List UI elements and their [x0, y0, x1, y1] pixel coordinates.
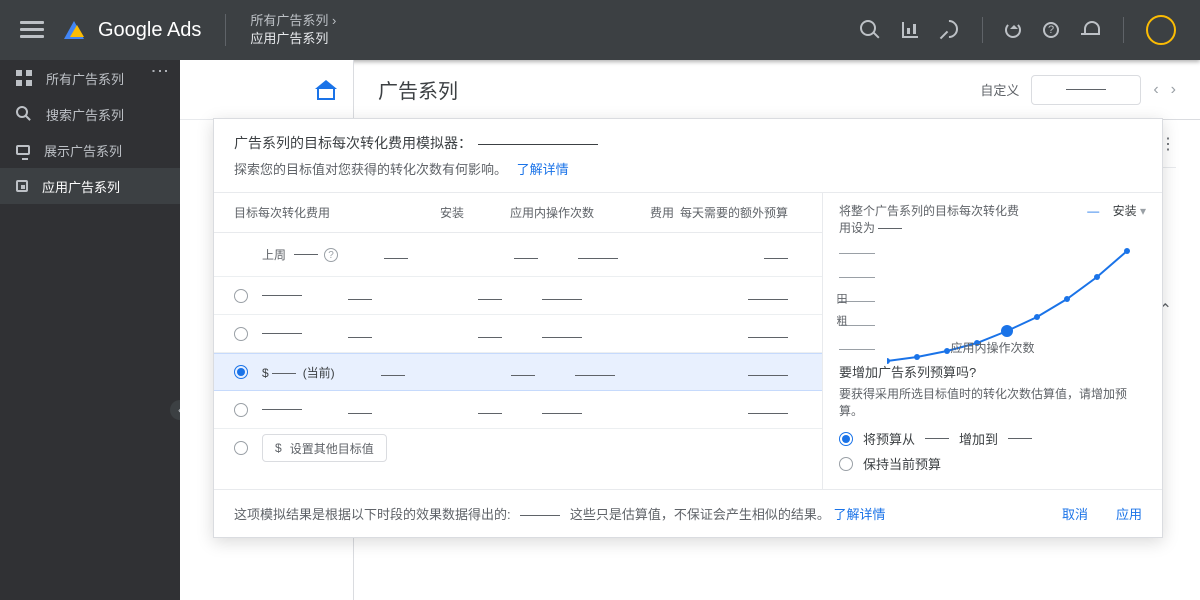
apply-button[interactable]: 应用	[1116, 504, 1142, 523]
col-cost: 费用	[594, 204, 674, 221]
breadcrumb-sub[interactable]: 应用广告系列	[250, 30, 336, 48]
radio-icon[interactable]	[234, 327, 248, 341]
sidebar-item-label: 所有广告系列	[46, 69, 124, 88]
page-title: 广告系列	[378, 75, 458, 104]
simulator-table: 目标每次转化费用 安装 应用内操作次数 费用 每天需要的额外预算 上周 ?	[214, 193, 822, 489]
help-icon[interactable]: ?	[1043, 22, 1059, 38]
chart-metric-dropdown[interactable]: — 安装 ▾	[1087, 203, 1146, 237]
divider	[225, 14, 226, 46]
simulator-option[interactable]	[214, 315, 822, 353]
breadcrumb[interactable]: 所有广告系列 › 应用广告系列	[250, 12, 336, 48]
chart-y-label: 田 粗	[833, 293, 849, 330]
col-target-cpa: 目标每次转化费用	[234, 204, 394, 221]
sidebar-item-label: 展示广告系列	[44, 141, 122, 160]
radio-icon[interactable]	[839, 432, 853, 446]
current-suffix: (当前)	[303, 366, 335, 380]
chart-x-label: 应用内操作次数	[839, 339, 1146, 356]
home-icon	[317, 82, 335, 98]
radio-icon[interactable]	[839, 457, 853, 471]
sidebar-item-label: 应用广告系列	[42, 177, 120, 196]
last-week-label: 上周	[262, 246, 286, 263]
target-cpa-simulator-panel: 广告系列的目标每次转化费用模拟器： 探索您的目标值对您获得的转化次数有何影响。 …	[213, 118, 1163, 538]
learn-more-link[interactable]: 了解详情	[517, 162, 569, 177]
chart-title: 将整个广告系列的目标每次转化费用设为	[839, 204, 1019, 235]
panel-title: 广告系列的目标每次转化费用模拟器：	[234, 135, 472, 151]
tools-icon[interactable]	[940, 20, 960, 40]
product-name: Google Ads	[98, 19, 201, 42]
account-avatar[interactable]	[1146, 15, 1176, 45]
divider	[982, 17, 983, 43]
sidebar-item-display-campaigns[interactable]: 展示广告系列	[0, 132, 180, 168]
simulator-chart-pane: 将整个广告系列的目标每次转化费用设为 — 安装 ▾ 田 粗	[822, 193, 1162, 489]
app-campaign-icon	[16, 180, 28, 192]
overview-row[interactable]	[180, 60, 353, 120]
budget-hint: 要获得采用所选目标值时的转化次数估算值，请增加预算。	[839, 385, 1146, 419]
sidebar-item-label: 搜索广告系列	[46, 105, 124, 124]
notifications-icon[interactable]	[1081, 20, 1101, 40]
sidebar-item-app-campaigns[interactable]: 应用广告系列	[0, 168, 180, 204]
help-icon[interactable]: ?	[324, 248, 338, 262]
radio-icon[interactable]	[234, 289, 248, 303]
simulator-option-custom[interactable]: $设置其他目标值	[214, 429, 822, 467]
budget-keep-option[interactable]: 保持当前预算	[839, 454, 1146, 473]
footer-text-a: 这项模拟结果是根据以下时段的效果数据得出的:	[234, 507, 511, 522]
search-campaign-icon	[16, 106, 32, 122]
cancel-button[interactable]: 取消	[1062, 504, 1088, 523]
radio-icon[interactable]	[234, 441, 248, 455]
date-prev-icon[interactable]: ‹	[1153, 81, 1158, 99]
custom-date-label: 自定义	[980, 80, 1019, 99]
display-campaign-icon	[16, 145, 30, 155]
budget-increase-option[interactable]: 将预算从 增加到	[839, 429, 1146, 448]
col-inapp: 应用内操作次数	[464, 204, 594, 221]
date-range-picker[interactable]	[1031, 75, 1141, 105]
col-installs: 安装	[394, 204, 464, 221]
panel-subtitle: 探索您的目标值对您获得的转化次数有何影响。	[234, 162, 507, 177]
date-next-icon[interactable]: ›	[1171, 81, 1176, 99]
simulator-option[interactable]	[214, 277, 822, 315]
sidebar-item-search-campaigns[interactable]: 搜索广告系列	[0, 96, 180, 132]
row-last-week: 上周 ?	[214, 233, 822, 277]
menu-icon[interactable]	[20, 21, 44, 39]
col-extra-budget: 每天需要的额外预算	[674, 204, 802, 221]
simulator-option[interactable]	[214, 391, 822, 429]
set-other-target-button[interactable]: $设置其他目标值	[262, 434, 387, 462]
divider	[1123, 17, 1124, 43]
google-ads-logo-icon	[64, 21, 84, 39]
grid-icon	[16, 70, 32, 86]
reports-icon[interactable]	[902, 22, 918, 38]
breadcrumb-top[interactable]: 所有广告系列 ›	[250, 12, 336, 30]
refresh-icon[interactable]	[1005, 22, 1021, 38]
footer-text-b: 这些只是估算值，不保证会产生相似的结果。	[570, 507, 830, 522]
campaign-type-sidebar: 所有广告系列 ⋮ 搜索广告系列 展示广告系列 应用广告系列 ‹	[0, 60, 180, 600]
sidebar-item-all-campaigns[interactable]: 所有广告系列 ⋮	[0, 60, 180, 96]
search-icon[interactable]	[860, 20, 880, 40]
simulator-option-current[interactable]: $ (当前)	[214, 353, 822, 391]
radio-icon[interactable]	[234, 365, 248, 379]
radio-icon[interactable]	[234, 403, 248, 417]
footer-learn-more-link[interactable]: 了解详情	[834, 507, 886, 522]
more-icon[interactable]: ⋮	[158, 62, 162, 82]
